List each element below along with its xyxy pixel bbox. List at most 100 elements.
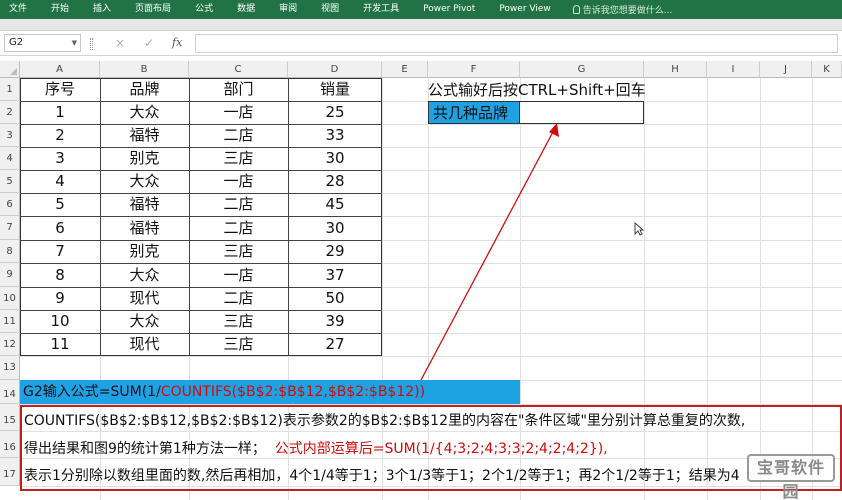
table-cell[interactable]: 25 (288, 101, 382, 124)
table-cell[interactable]: 29 (288, 240, 382, 263)
column-header[interactable]: A (20, 61, 100, 78)
tell-me-box[interactable]: 告诉我您想要做什么... (563, 3, 672, 16)
table-cell[interactable]: 5 (20, 193, 100, 216)
table-cell[interactable]: 27 (288, 333, 382, 356)
table-header-cell[interactable]: 序号 (20, 78, 100, 101)
chevron-down-icon[interactable]: ▼ (72, 35, 77, 51)
table-cell[interactable]: 30 (288, 147, 382, 170)
tab-home[interactable]: 开始 (39, 0, 81, 19)
formula-input[interactable] (195, 34, 838, 53)
enter-icon[interactable]: ✓ (144, 35, 154, 51)
table-cell[interactable]: 大众 (100, 101, 189, 124)
table-cell[interactable]: 大众 (100, 310, 189, 333)
table-cell[interactable]: 1 (20, 101, 100, 124)
column-header[interactable]: C (189, 61, 288, 78)
table-cell[interactable]: 50 (288, 287, 382, 310)
table-cell[interactable]: 现代 (100, 287, 189, 310)
table-cell[interactable]: 大众 (100, 170, 189, 193)
formula-bar: G2 ▼ × ✓ fx (0, 31, 842, 56)
table-cell[interactable]: 福特 (100, 216, 189, 240)
row-header[interactable]: 1 (0, 78, 20, 101)
column-header[interactable]: E (382, 61, 428, 78)
table-cell[interactable]: 28 (288, 170, 382, 193)
tab-data[interactable]: 数据 (225, 0, 267, 19)
row-header[interactable]: 14 (0, 380, 20, 404)
row-header[interactable]: 16 (0, 431, 20, 458)
row-header[interactable]: 13 (0, 356, 20, 380)
lightbulb-icon (572, 5, 580, 14)
column-header[interactable]: K (812, 61, 842, 78)
table-header-cell[interactable]: 部门 (189, 78, 288, 101)
table-cell[interactable]: 10 (20, 310, 100, 333)
table-cell[interactable]: 现代 (100, 333, 189, 356)
table-header-cell[interactable]: 品牌 (100, 78, 189, 101)
table-cell[interactable]: 30 (288, 216, 382, 240)
table-cell[interactable]: 一店 (189, 101, 288, 124)
table-cell[interactable]: 9 (20, 287, 100, 310)
tab-file[interactable]: 文件 (0, 0, 39, 19)
table-cell[interactable]: 11 (20, 333, 100, 356)
column-header[interactable]: G (520, 61, 644, 78)
row-header[interactable]: 3 (0, 124, 20, 147)
row-header[interactable]: 5 (0, 170, 20, 193)
tab-insert[interactable]: 插入 (81, 0, 123, 19)
table-cell[interactable]: 二店 (189, 193, 288, 216)
cancel-icon[interactable]: × (115, 35, 125, 51)
table-cell[interactable]: 8 (20, 263, 100, 287)
row-header[interactable]: 2 (0, 101, 20, 124)
table-cell[interactable]: 三店 (189, 333, 288, 356)
tab-formulas[interactable]: 公式 (183, 0, 225, 19)
row-header[interactable]: 9 (0, 263, 20, 287)
tab-power-view[interactable]: Power View (487, 0, 562, 19)
table-cell[interactable]: 福特 (100, 193, 189, 216)
select-all-corner[interactable] (0, 61, 20, 78)
column-header[interactable]: H (644, 61, 707, 78)
table-cell[interactable]: 一店 (189, 170, 288, 193)
table-cell[interactable]: 4 (20, 170, 100, 193)
column-header[interactable]: D (288, 61, 382, 78)
table-cell[interactable]: 三店 (189, 147, 288, 170)
table-cell[interactable]: 45 (288, 193, 382, 216)
table-cell[interactable]: 大众 (100, 263, 189, 287)
table-cell[interactable]: 三店 (189, 240, 288, 263)
table-cell[interactable]: 别克 (100, 147, 189, 170)
column-header[interactable]: I (707, 61, 760, 78)
insert-function-icon[interactable]: fx (172, 35, 182, 51)
row-header[interactable]: 12 (0, 333, 20, 356)
table-cell[interactable]: 7 (20, 240, 100, 263)
cell-f2-label[interactable]: 共几种品牌 (428, 101, 520, 124)
row-header[interactable]: 6 (0, 193, 20, 216)
table-cell[interactable]: 二店 (189, 216, 288, 240)
table-cell[interactable]: 三店 (189, 310, 288, 333)
table-cell[interactable]: 一店 (189, 263, 288, 287)
table-cell[interactable]: 33 (288, 124, 382, 147)
table-cell[interactable]: 2 (20, 124, 100, 147)
tab-review[interactable]: 审阅 (267, 0, 309, 19)
tab-developer[interactable]: 开发工具 (351, 0, 411, 19)
row-header[interactable]: 15 (0, 404, 20, 431)
row-header[interactable]: 10 (0, 287, 20, 310)
row-header[interactable]: 8 (0, 240, 20, 263)
table-cell[interactable]: 二店 (189, 124, 288, 147)
row-header[interactable]: 17 (0, 458, 20, 486)
table-cell[interactable]: 福特 (100, 124, 189, 147)
row-header[interactable]: 4 (0, 147, 20, 170)
tab-view[interactable]: 视图 (309, 0, 351, 19)
formula-bar-grip[interactable] (90, 38, 93, 50)
table-header-cell[interactable]: 销量 (288, 78, 382, 101)
cell-g2-selected[interactable] (519, 101, 644, 124)
table-cell[interactable]: 别克 (100, 240, 189, 263)
table-cell[interactable]: 39 (288, 310, 382, 333)
column-header[interactable]: J (760, 61, 812, 78)
table-cell[interactable]: 3 (20, 147, 100, 170)
column-header[interactable]: F (428, 61, 520, 78)
tab-power-pivot[interactable]: Power Pivot (411, 0, 487, 19)
name-box[interactable]: G2 ▼ (4, 34, 81, 52)
table-cell[interactable]: 37 (288, 263, 382, 287)
column-header[interactable]: B (100, 61, 189, 78)
table-cell[interactable]: 二店 (189, 287, 288, 310)
row-header[interactable]: 7 (0, 216, 20, 240)
tab-page-layout[interactable]: 页面布局 (123, 0, 183, 19)
row-header[interactable]: 11 (0, 310, 20, 333)
table-cell[interactable]: 6 (20, 216, 100, 240)
